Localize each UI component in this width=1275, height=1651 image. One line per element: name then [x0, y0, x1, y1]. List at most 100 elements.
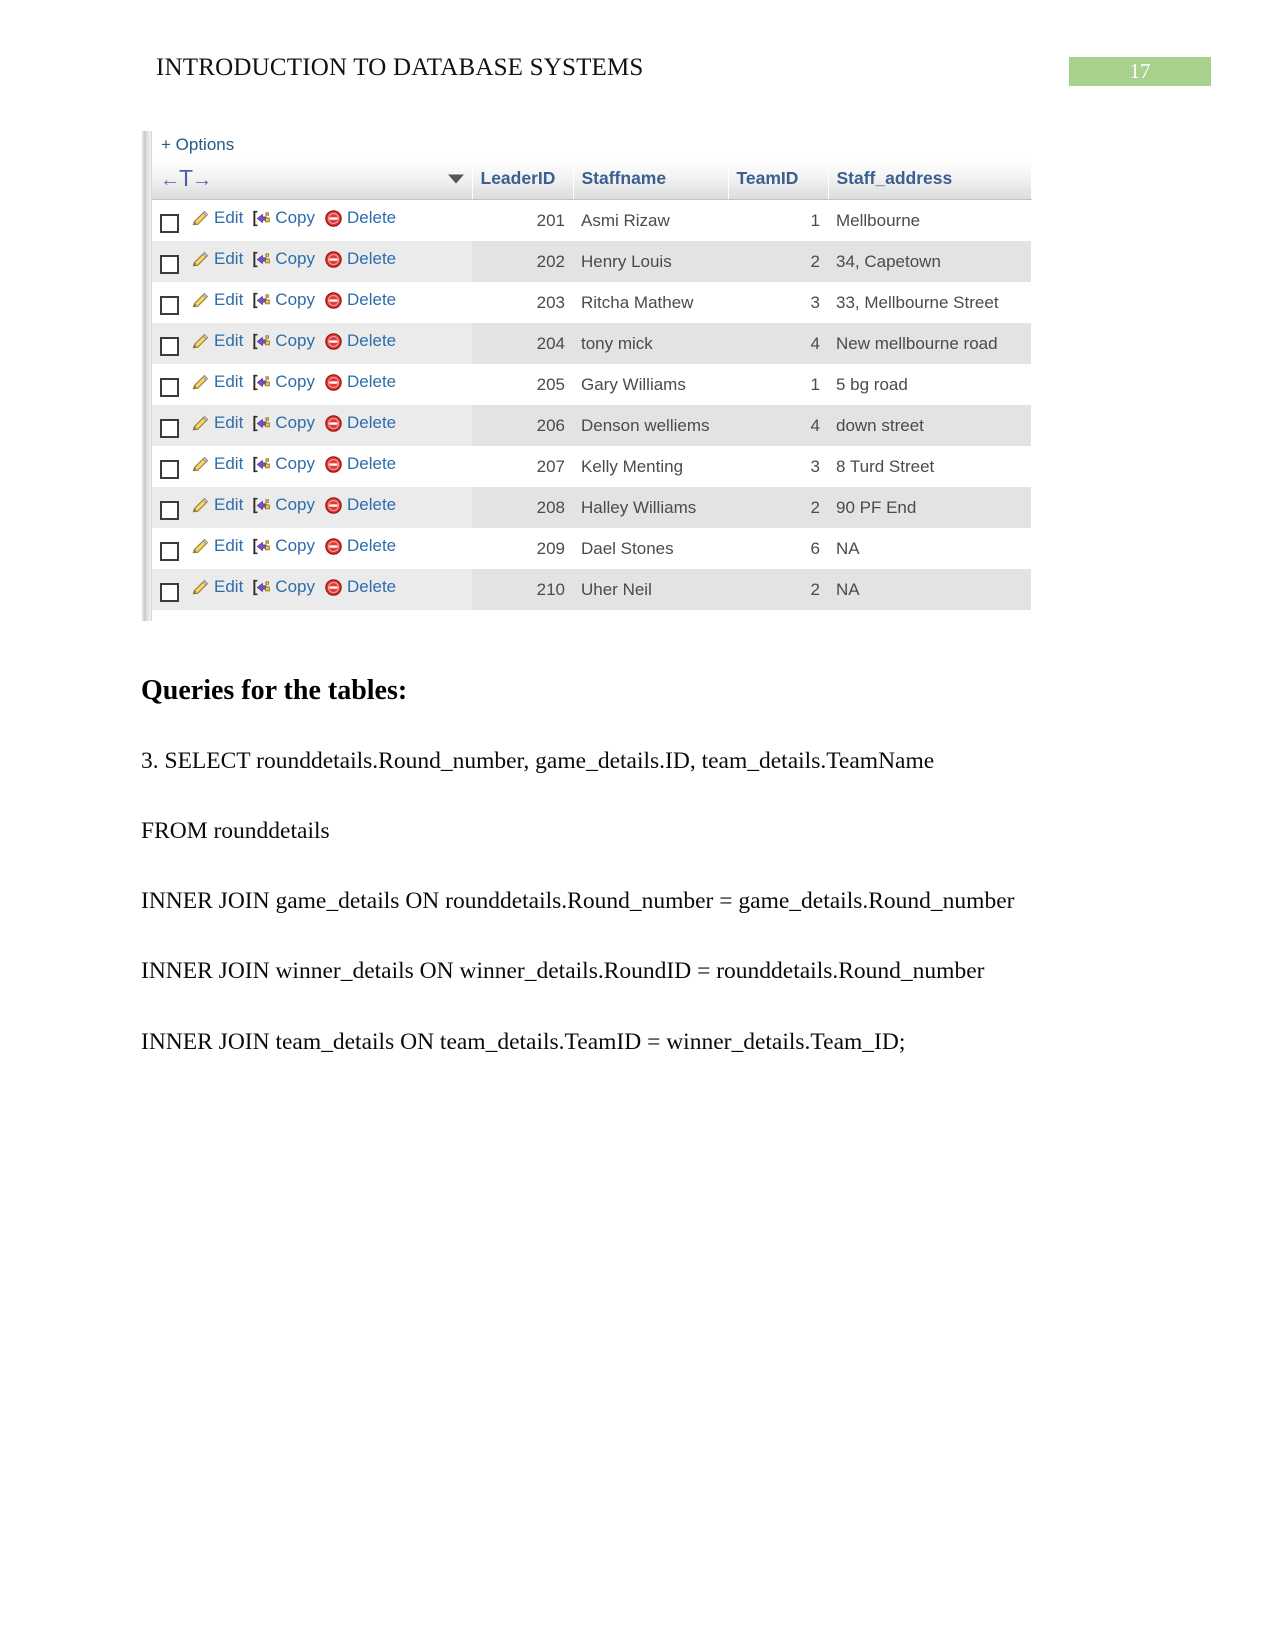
copy-link[interactable]: Copy — [252, 413, 315, 433]
copy-icon — [253, 497, 271, 513]
cell-leaderid: 205 — [472, 364, 573, 405]
row-select-checkbox[interactable] — [160, 500, 179, 520]
edit-label: Edit — [214, 536, 244, 556]
edit-link[interactable]: Edit — [191, 208, 243, 228]
row-actions-cell: Edit Copy Delete — [152, 446, 472, 487]
row-select-checkbox[interactable] — [160, 213, 179, 233]
delete-link[interactable]: Delete — [324, 249, 396, 269]
cell-staff-address: 5 bg road — [828, 364, 1031, 405]
edit-link[interactable]: Edit — [191, 249, 243, 269]
row-select-checkbox[interactable] — [160, 336, 179, 356]
edit-link[interactable]: Edit — [191, 454, 243, 474]
delete-link[interactable]: Delete — [324, 290, 396, 310]
table-row[interactable]: Edit Copy Delete 206 Denson welliems 4 down st… — [152, 405, 1031, 446]
edit-label: Edit — [214, 208, 244, 228]
page-number-badge: 17 — [1069, 57, 1211, 86]
chevron-down-icon[interactable] — [447, 174, 464, 184]
query-line-3: INNER JOIN game_details ON rounddetails.… — [141, 888, 1015, 914]
column-header-leaderid[interactable]: LeaderID — [472, 159, 574, 200]
pencil-icon — [192, 251, 209, 267]
copy-label: Copy — [275, 495, 315, 515]
edit-link[interactable]: Edit — [191, 290, 243, 310]
cell-leaderid: 204 — [472, 323, 573, 364]
row-select-checkbox[interactable] — [160, 418, 179, 438]
copy-icon — [252, 537, 271, 556]
copy-link[interactable]: Copy — [252, 249, 315, 269]
cell-staffname: Gary Williams — [573, 364, 728, 405]
copy-link[interactable]: Copy — [252, 454, 315, 474]
query-line-5: INNER JOIN team_details ON team_details.… — [141, 1029, 906, 1055]
delete-icon — [325, 373, 342, 391]
cell-staff-address: NA — [828, 569, 1031, 610]
table-row[interactable]: Edit Copy Delete 202 Henry Louis 2 34, Capetow… — [152, 241, 1031, 282]
edit-label: Edit — [214, 372, 244, 392]
copy-label: Copy — [275, 208, 315, 228]
copy-link[interactable]: Copy — [252, 208, 315, 228]
table-row[interactable]: Edit Copy Delete 209 Dael Stones 6 NA — [152, 528, 1031, 569]
table-row[interactable]: Edit Copy Delete 208 Halley Williams 2 90 PF E… — [152, 487, 1031, 528]
cell-staffname: Asmi Rizaw — [573, 199, 728, 241]
document-header: INTRODUCTION TO DATABASE SYSTEMS 17 — [0, 0, 1275, 110]
row-actions-cell: Edit Copy Delete — [152, 241, 472, 282]
column-header-staffname[interactable]: Staffname — [573, 159, 729, 200]
copy-icon — [252, 578, 271, 597]
column-header-staffaddress[interactable]: Staff_address — [828, 159, 1032, 200]
delete-icon — [325, 209, 342, 227]
copy-link[interactable]: Copy — [252, 495, 315, 515]
pencil-icon — [192, 333, 209, 349]
section-heading: Queries for the tables: — [141, 675, 408, 706]
query-line-4: INNER JOIN winner_details ON winner_deta… — [141, 958, 985, 984]
copy-link[interactable]: Copy — [252, 331, 315, 351]
table-nav-control[interactable]: ←T→ — [160, 165, 212, 191]
edit-link[interactable]: Edit — [191, 577, 243, 597]
delete-link[interactable]: Delete — [324, 454, 396, 474]
copy-link[interactable]: Copy — [252, 372, 315, 392]
cell-staff-address: down street — [828, 405, 1031, 446]
row-select-checkbox[interactable] — [160, 541, 179, 561]
table-row[interactable]: Edit Copy Delete 205 Gary Williams 1 5 bg road — [152, 364, 1031, 405]
delete-link[interactable]: Delete — [324, 208, 396, 228]
table-row[interactable]: Edit Copy Delete 207 Kelly Menting 3 8 Turd St… — [152, 446, 1031, 487]
edit-link[interactable]: Edit — [191, 372, 243, 392]
delete-label: Delete — [346, 249, 397, 269]
pencil-icon — [191, 250, 210, 269]
row-select-checkbox[interactable] — [160, 377, 179, 397]
delete-link[interactable]: Delete — [324, 577, 396, 597]
row-select-checkbox[interactable] — [160, 295, 179, 315]
row-select-checkbox[interactable] — [160, 582, 179, 602]
delete-link[interactable]: Delete — [324, 331, 396, 351]
nav-right-arrow-icon[interactable]: → — [192, 169, 212, 191]
delete-label: Delete — [346, 372, 397, 392]
edit-link[interactable]: Edit — [191, 536, 243, 556]
table-row[interactable]: Edit Copy Delete 204 tony mick 4 New mellbourn… — [152, 323, 1031, 364]
edit-link[interactable]: Edit — [191, 331, 243, 351]
edit-link[interactable]: Edit — [191, 495, 243, 515]
table-row[interactable]: Edit Copy Delete 203 Ritcha Mathew 3 33, Mellb… — [152, 282, 1031, 323]
column-header-actions[interactable]: ←T→ — [152, 159, 473, 200]
edit-label: Edit — [214, 413, 244, 433]
copy-icon — [252, 250, 271, 269]
nav-left-arrow-icon[interactable]: ← — [160, 169, 180, 191]
column-header-teamid[interactable]: TeamID — [728, 159, 829, 200]
row-select-checkbox[interactable] — [160, 254, 179, 274]
delete-link[interactable]: Delete — [324, 536, 396, 556]
results-table: ←T→ LeaderID Staffname TeamID Staff_addr… — [152, 159, 1032, 610]
delete-icon — [324, 578, 343, 597]
delete-link[interactable]: Delete — [324, 413, 396, 433]
cell-staff-address: 90 PF End — [828, 487, 1031, 528]
table-row[interactable]: Edit Copy Delete 201 Asmi Rizaw 1 Mellbourne — [152, 199, 1031, 241]
copy-link[interactable]: Copy — [252, 290, 315, 310]
table-letter-icon: T — [179, 165, 193, 191]
copy-icon — [252, 373, 271, 392]
edit-label: Edit — [214, 290, 244, 310]
copy-link[interactable]: Copy — [252, 536, 315, 556]
table-row[interactable]: Edit Copy Delete 210 Uher Neil 2 NA — [152, 569, 1031, 610]
options-toggle[interactable]: + Options — [152, 131, 1031, 159]
cell-staff-address: NA — [828, 528, 1031, 569]
row-select-checkbox[interactable] — [160, 459, 179, 479]
row-actions-cell: Edit Copy Delete — [152, 487, 472, 528]
edit-link[interactable]: Edit — [191, 413, 243, 433]
delete-link[interactable]: Delete — [324, 495, 396, 515]
delete-link[interactable]: Delete — [324, 372, 396, 392]
copy-link[interactable]: Copy — [252, 577, 315, 597]
